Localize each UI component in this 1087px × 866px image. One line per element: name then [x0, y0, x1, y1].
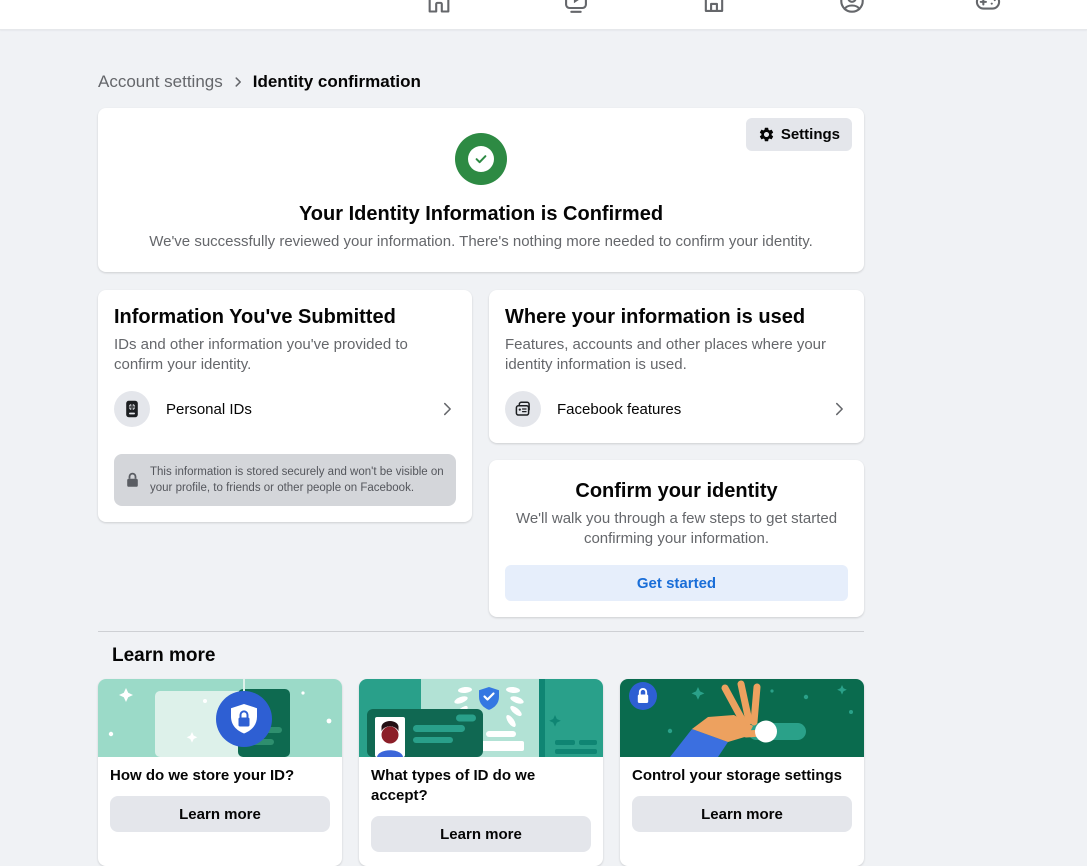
- identity-confirmation-page: Account settings Identity confirmation S…: [98, 72, 864, 866]
- learn-more-cards: How do we store your ID? Learn more: [98, 679, 864, 866]
- usage-card-title: Where your information is used: [505, 306, 848, 329]
- chevron-right-icon: [438, 400, 456, 418]
- submitted-card-title: Information You've Submitted: [114, 306, 456, 329]
- usage-info-card: Where your information is used Features,…: [489, 290, 864, 443]
- breadcrumb: Account settings Identity confirmation: [98, 72, 864, 92]
- facebook-features-row[interactable]: Facebook features: [505, 391, 848, 427]
- learn-more-heading: Learn more: [112, 645, 864, 667]
- id-types-illustration: [359, 679, 603, 757]
- learn-card-title: Control your storage settings: [632, 766, 852, 786]
- identity-status-card: Settings Your Identity Information is Co…: [98, 108, 864, 272]
- id-document-icon: [114, 391, 150, 427]
- learn-more-button[interactable]: Learn more: [632, 796, 852, 832]
- personal-ids-label: Personal IDs: [166, 401, 252, 418]
- learn-more-button[interactable]: Learn more: [110, 796, 330, 832]
- submitted-info-card: Information You've Submitted IDs and oth…: [98, 290, 472, 522]
- confirmed-check-icon: [455, 133, 507, 185]
- breadcrumb-account-settings[interactable]: Account settings: [98, 72, 223, 92]
- settings-button[interactable]: Settings: [746, 118, 852, 151]
- home-icon[interactable]: [425, 0, 453, 15]
- confirm-identity-card: Confirm your identity We'll walk you thr…: [489, 460, 864, 617]
- video-icon[interactable]: [562, 0, 590, 15]
- get-started-button[interactable]: Get started: [505, 565, 848, 601]
- breadcrumb-chevron-icon: [231, 75, 245, 89]
- status-title: Your Identity Information is Confirmed: [114, 203, 848, 226]
- learn-card-storage-settings: Control your storage settings Learn more: [620, 679, 864, 866]
- chevron-right-icon: [830, 400, 848, 418]
- gaming-icon[interactable]: [974, 0, 1002, 15]
- breadcrumb-current: Identity confirmation: [253, 72, 421, 92]
- privacy-notice-text: This information is stored securely and …: [150, 464, 444, 496]
- learn-card-title: What types of ID do we accept?: [371, 766, 591, 806]
- lock-icon: [125, 472, 140, 488]
- submitted-card-description: IDs and other information you've provide…: [114, 335, 456, 375]
- status-description: We've successfully reviewed your informa…: [131, 232, 831, 252]
- facebook-features-label: Facebook features: [557, 401, 681, 418]
- privacy-notice: This information is stored securely and …: [114, 454, 456, 506]
- marketplace-icon[interactable]: [700, 0, 728, 15]
- learn-card-store-id: How do we store your ID? Learn more: [98, 679, 342, 866]
- top-navigation-bar: [0, 0, 1087, 30]
- confirm-card-title: Confirm your identity: [505, 480, 848, 503]
- id-cards-stack-icon: [505, 391, 541, 427]
- usage-card-description: Features, accounts and other places wher…: [505, 335, 848, 375]
- learn-card-title: How do we store your ID?: [110, 766, 330, 786]
- learn-more-button[interactable]: Learn more: [371, 816, 591, 852]
- storage-settings-illustration: [620, 679, 864, 757]
- profile-icon[interactable]: [838, 0, 866, 15]
- store-id-illustration: [98, 679, 342, 757]
- confirm-card-description: We'll walk you through a few steps to ge…: [512, 509, 842, 549]
- learn-card-id-types: What types of ID do we accept? Learn mor…: [359, 679, 603, 866]
- personal-ids-row[interactable]: Personal IDs: [114, 391, 456, 427]
- settings-button-label: Settings: [781, 126, 840, 143]
- section-divider: [98, 631, 864, 632]
- gear-icon: [758, 126, 775, 143]
